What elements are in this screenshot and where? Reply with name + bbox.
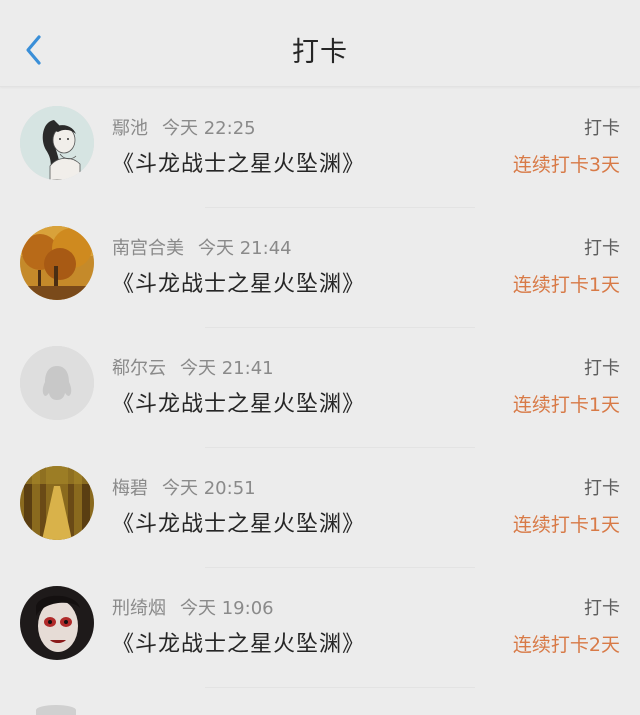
streak-badge: 连续打卡1天 (512, 274, 620, 296)
checkin-time: 今天 20:51 (162, 478, 256, 499)
checkin-label: 打卡 (584, 238, 620, 259)
sketch-girl-avatar (20, 106, 94, 180)
list-item[interactable]: 鄢池 今天 22:25 《斗龙战士之星火坠渊》 打卡 连续打卡3天 (0, 88, 640, 208)
book-title[interactable]: 《斗龙战士之星火坠渊》 (112, 506, 365, 538)
user-meta: 刑绮烟 今天 19:06 (112, 594, 274, 620)
list-item[interactable]: 梅碧 今天 20:51 《斗龙战士之星火坠渊》 打卡 连续打卡1天 (0, 448, 640, 568)
default-penguin-avatar (20, 346, 94, 420)
checkin-label: 打卡 (584, 598, 620, 619)
list-item[interactable]: 郗尔云 今天 21:41 《斗龙战士之星火坠渊》 打卡 连续打卡1天 (0, 328, 640, 448)
face-paint-avatar (20, 586, 94, 660)
avatar[interactable] (36, 705, 76, 715)
checkin-label: 打卡 (584, 478, 620, 499)
checkin-time: 今天 21:41 (180, 358, 274, 379)
streak-badge: 连续打卡1天 (512, 514, 620, 536)
divider (205, 687, 475, 688)
list-item[interactable]: 南宫合美 今天 21:44 《斗龙战士之星火坠渊》 打卡 连续打卡1天 (0, 208, 640, 328)
user-meta: 南宫合美 今天 21:44 (112, 234, 292, 260)
autumn-tree-avatar (20, 226, 94, 300)
forest-path-avatar (20, 466, 94, 540)
user-meta: 梅碧 今天 20:51 (112, 474, 256, 500)
page-title: 打卡 (292, 37, 348, 68)
avatar[interactable] (20, 586, 94, 660)
checkin-time: 今天 19:06 (180, 598, 274, 619)
avatar[interactable] (20, 106, 94, 180)
avatar[interactable] (20, 346, 94, 420)
book-title[interactable]: 《斗龙战士之星火坠渊》 (112, 386, 365, 418)
nav-bar: 打卡 (0, 0, 640, 87)
user-name[interactable]: 南宫合美 (112, 238, 184, 259)
checkin-label: 打卡 (584, 118, 620, 139)
avatar[interactable] (20, 226, 94, 300)
streak-badge: 连续打卡1天 (512, 394, 620, 416)
user-meta: 鄢池 今天 22:25 (112, 114, 256, 140)
list-item[interactable]: 刑绮烟 今天 19:06 《斗龙战士之星火坠渊》 打卡 连续打卡2天 (0, 568, 640, 688)
checkin-time: 今天 22:25 (162, 118, 256, 139)
streak-badge: 连续打卡2天 (512, 634, 620, 656)
user-meta: 郗尔云 今天 21:41 (112, 354, 274, 380)
avatar[interactable] (20, 466, 94, 540)
book-title[interactable]: 《斗龙战士之星火坠渊》 (112, 626, 365, 658)
checkin-label: 打卡 (584, 358, 620, 379)
checkin-time: 今天 21:44 (198, 238, 292, 259)
book-title[interactable]: 《斗龙战士之星火坠渊》 (112, 146, 365, 178)
streak-badge: 连续打卡3天 (512, 154, 620, 176)
user-name[interactable]: 鄢池 (112, 118, 148, 139)
checkin-list: 鄢池 今天 22:25 《斗龙战士之星火坠渊》 打卡 连续打卡3天 南宫合美 今天 … (0, 88, 640, 688)
user-name[interactable]: 郗尔云 (112, 358, 166, 379)
book-title[interactable]: 《斗龙战士之星火坠渊》 (112, 266, 365, 298)
user-name[interactable]: 梅碧 (112, 478, 148, 499)
user-name[interactable]: 刑绮烟 (112, 598, 166, 619)
